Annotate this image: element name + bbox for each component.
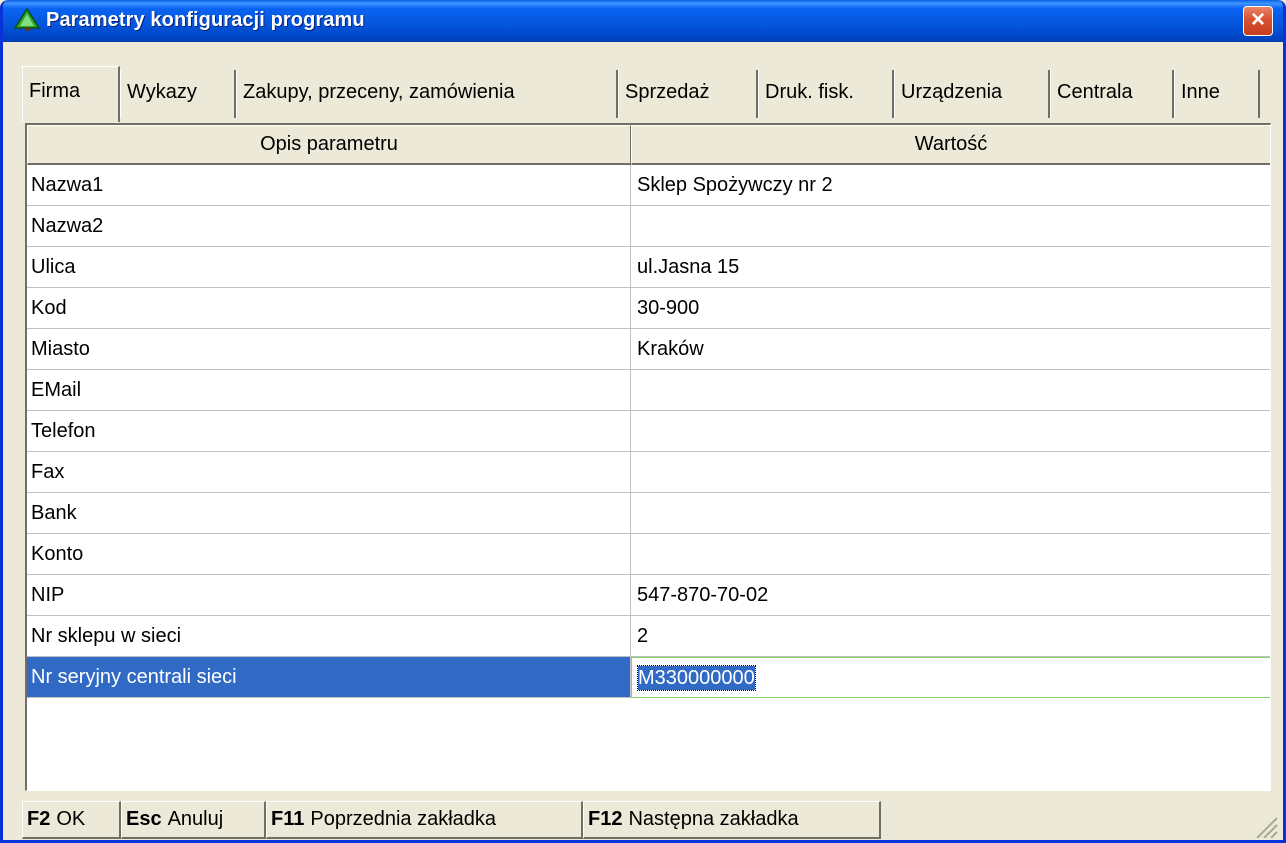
parameter-name: Ulica xyxy=(27,247,631,288)
tab-label: Urządzenia xyxy=(901,81,1003,103)
tab-wykazy[interactable]: Wykazy xyxy=(120,70,236,118)
column-header-description[interactable]: Opis parametru xyxy=(27,125,631,165)
parameter-name: Nazwa2 xyxy=(27,206,631,247)
parameter-name: Nazwa1 xyxy=(27,165,631,206)
parameter-name: NIP xyxy=(27,575,631,616)
next-tab-button[interactable]: F12 Następna zakładka xyxy=(583,801,881,839)
table-row[interactable]: Ulica ul.Jasna 15 xyxy=(27,247,1270,288)
parameter-value[interactable]: Kraków xyxy=(631,329,1270,370)
cancel-button[interactable]: Esc Anuluj xyxy=(121,801,266,839)
grid-header: Opis parametru Wartość xyxy=(27,125,1270,165)
parameter-value[interactable]: ul.Jasna 15 xyxy=(631,247,1270,288)
tab-label: Centrala xyxy=(1057,81,1133,103)
parameters-grid[interactable]: Opis parametru Wartość Nazwa1 Sklep Spoż… xyxy=(25,123,1271,791)
parameter-value[interactable]: 547-870-70-02 xyxy=(631,575,1270,616)
parameter-value[interactable]: 2 xyxy=(631,616,1270,657)
table-row[interactable]: Konto xyxy=(27,534,1270,575)
shortcut-label: Poprzednia zakładka xyxy=(310,808,497,830)
table-row[interactable]: Nr sklepu w sieci 2 xyxy=(27,616,1270,657)
parameter-name: EMail xyxy=(27,370,631,411)
tab-sprzedaz[interactable]: Sprzedaż xyxy=(618,70,758,118)
tab-centrala[interactable]: Centrala xyxy=(1050,70,1174,118)
tab-urzadzenia[interactable]: Urządzenia xyxy=(894,70,1050,118)
green-tree-icon xyxy=(14,8,40,31)
parameter-value[interactable]: Sklep Spożywczy nr 2 xyxy=(631,165,1270,206)
close-button[interactable]: × xyxy=(1243,6,1273,36)
tab-label: Wykazy xyxy=(127,81,197,103)
close-icon: × xyxy=(1250,6,1265,33)
parameter-name: Fax xyxy=(27,452,631,493)
parameter-name: Konto xyxy=(27,534,631,575)
shortcut-label: Anuluj xyxy=(167,808,224,830)
parameter-value[interactable] xyxy=(631,411,1270,452)
tab-inne[interactable]: Inne xyxy=(1174,70,1260,118)
tab-label: Zakupy, przeceny, zamówienia xyxy=(243,81,515,103)
table-row[interactable]: NIP 547-870-70-02 xyxy=(27,575,1270,616)
shortcut-label: Następna zakładka xyxy=(628,808,799,830)
tab-bar: Firma Wykazy Zakupy, przeceny, zamówieni… xyxy=(22,66,1270,122)
previous-tab-button[interactable]: F11 Poprzednia zakładka xyxy=(266,801,583,839)
column-header-value[interactable]: Wartość xyxy=(631,125,1270,165)
parameter-value[interactable] xyxy=(631,534,1270,575)
table-row[interactable]: Kod 30-900 xyxy=(27,288,1270,329)
tab-druk-fisk[interactable]: Druk. fisk. xyxy=(758,70,894,118)
parameter-value[interactable] xyxy=(631,206,1270,247)
tab-label: Firma xyxy=(29,80,81,102)
table-row[interactable]: Nazwa2 xyxy=(27,206,1270,247)
parameter-value[interactable] xyxy=(631,370,1270,411)
shortcut-key: F2 xyxy=(27,808,51,830)
tab-label: Inne xyxy=(1181,81,1220,103)
resize-grip-icon[interactable] xyxy=(1249,812,1279,838)
grid-rows: Nazwa1 Sklep Spożywczy nr 2 Nazwa2 Ulica… xyxy=(27,165,1270,698)
parameter-name: Kod xyxy=(27,288,631,329)
table-row[interactable]: Miasto Kraków xyxy=(27,329,1270,370)
parameter-name: Telefon xyxy=(27,411,631,452)
tab-label: Druk. fisk. xyxy=(765,81,854,103)
parameter-value[interactable] xyxy=(631,493,1270,534)
parameter-name: Nr sklepu w sieci xyxy=(27,616,631,657)
title-bar[interactable]: Parametry konfiguracji programu × xyxy=(3,0,1283,42)
tab-label: Sprzedaż xyxy=(625,81,710,103)
ok-button[interactable]: F2 OK xyxy=(22,801,121,839)
config-window: Parametry konfiguracji programu × Firma … xyxy=(0,0,1286,843)
table-row[interactable]: Telefon xyxy=(27,411,1270,452)
tab-zakupy[interactable]: Zakupy, przeceny, zamówienia xyxy=(236,70,618,118)
parameter-value[interactable] xyxy=(631,452,1270,493)
window-title: Parametry konfiguracji programu xyxy=(46,9,365,31)
shortcut-key: F12 xyxy=(588,808,623,830)
shortcut-key: F11 xyxy=(271,808,305,830)
parameter-name: Nr seryjny centrali sieci xyxy=(27,657,631,698)
table-row[interactable]: EMail xyxy=(27,370,1270,411)
table-row-selected[interactable]: Nr seryjny centrali sieci M330000000 xyxy=(27,657,1270,698)
status-bar: F2 OK Esc Anuluj F11 Poprzednia zakładka F1… xyxy=(22,797,1283,840)
table-row[interactable]: Nazwa1 Sklep Spożywczy nr 2 xyxy=(27,165,1270,206)
parameter-name: Miasto xyxy=(27,329,631,370)
shortcut-label: OK xyxy=(56,808,86,830)
tab-firma[interactable]: Firma xyxy=(22,66,120,122)
table-row[interactable]: Bank xyxy=(27,493,1270,534)
selected-value-text[interactable]: M330000000 xyxy=(637,665,756,691)
shortcut-key: Esc xyxy=(126,808,162,830)
table-row[interactable]: Fax xyxy=(27,452,1270,493)
parameter-name: Bank xyxy=(27,493,631,534)
parameter-value[interactable]: 30-900 xyxy=(631,288,1270,329)
parameter-value-editor[interactable]: M330000000 xyxy=(631,657,1270,698)
